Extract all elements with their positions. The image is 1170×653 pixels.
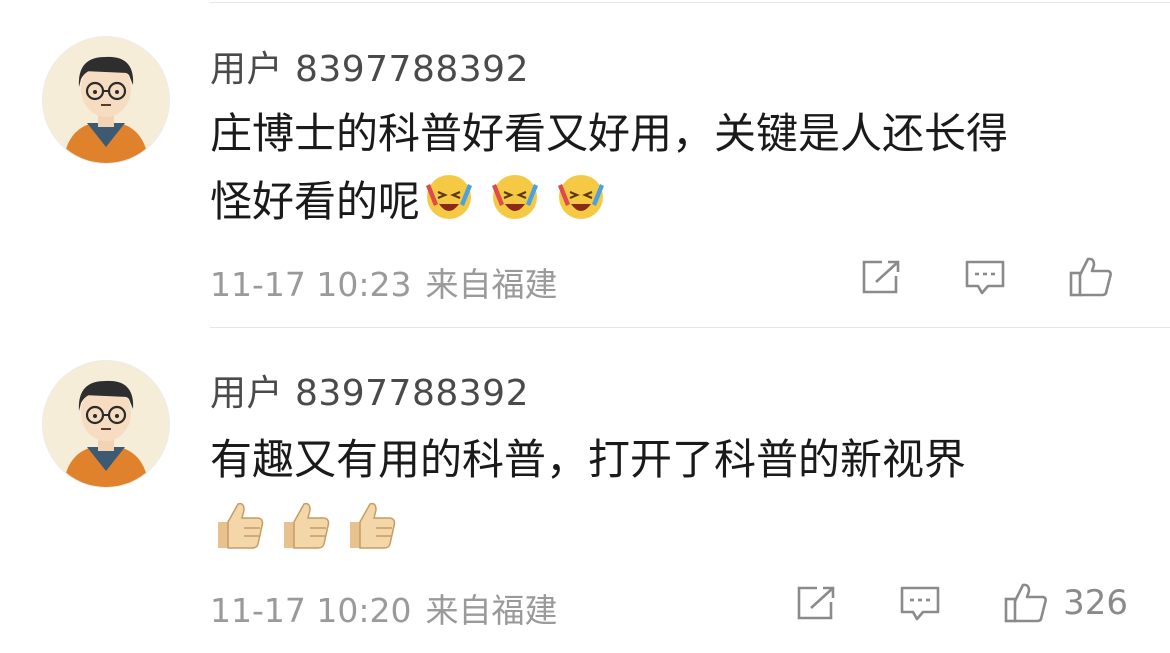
laugh-cry-emoji	[486, 166, 544, 224]
like-count: 326	[1063, 583, 1128, 623]
comment-meta: 11-17 10:23 来自福建	[210, 258, 557, 306]
timestamp: 11-17 10:23	[210, 265, 412, 304]
avatar[interactable]	[42, 360, 170, 488]
comment-text-line: 有趣又有用的科普，打开了科普的新视界	[210, 435, 967, 484]
comment-meta: 11-17 10:20 来自福建	[210, 584, 557, 632]
comment-text: 有趣又有用的科普，打开了科普的新视界	[210, 428, 1140, 560]
like-icon	[1069, 257, 1112, 297]
comment-text: 庄博士的科普好看又好用，关键是人还长得 怪好看的呢	[210, 102, 1140, 230]
thumbs-up-emoji	[276, 496, 334, 554]
share-icon	[862, 260, 900, 294]
comment-icon	[965, 260, 1005, 295]
avatar[interactable]	[42, 36, 170, 164]
username[interactable]: 用户 8397788392	[210, 364, 529, 416]
laugh-cry-emoji	[552, 166, 610, 224]
username[interactable]: 用户 8397788392	[210, 40, 529, 92]
comment-text-line: 怪好看的呢	[210, 166, 1140, 230]
share-icon	[797, 586, 835, 620]
laugh-cry-emoji	[420, 166, 478, 224]
like-button[interactable]: 326	[1003, 581, 1128, 625]
comment-icon	[900, 586, 940, 621]
divider-top	[210, 2, 1170, 3]
thumbs-up-emoji	[210, 496, 268, 554]
location: 来自福建	[425, 265, 558, 304]
comment-text-line: 庄博士的科普好看又好用，关键是人还长得	[210, 109, 1009, 158]
divider	[210, 327, 1170, 328]
comment-button[interactable]	[964, 258, 1006, 296]
like-icon	[1004, 583, 1048, 623]
location: 来自福建	[425, 591, 558, 630]
comment-text-segment: 怪好看的呢	[210, 177, 421, 226]
thumbs-up-emoji	[342, 496, 400, 554]
action-bar: 326	[739, 578, 1128, 628]
share-button[interactable]	[795, 584, 837, 622]
comment-text-line	[210, 496, 1140, 560]
like-button[interactable]	[1068, 255, 1128, 299]
comment-button[interactable]	[899, 584, 941, 622]
action-bar	[804, 252, 1128, 302]
timestamp: 11-17 10:20	[210, 591, 412, 630]
share-button[interactable]	[860, 258, 902, 296]
